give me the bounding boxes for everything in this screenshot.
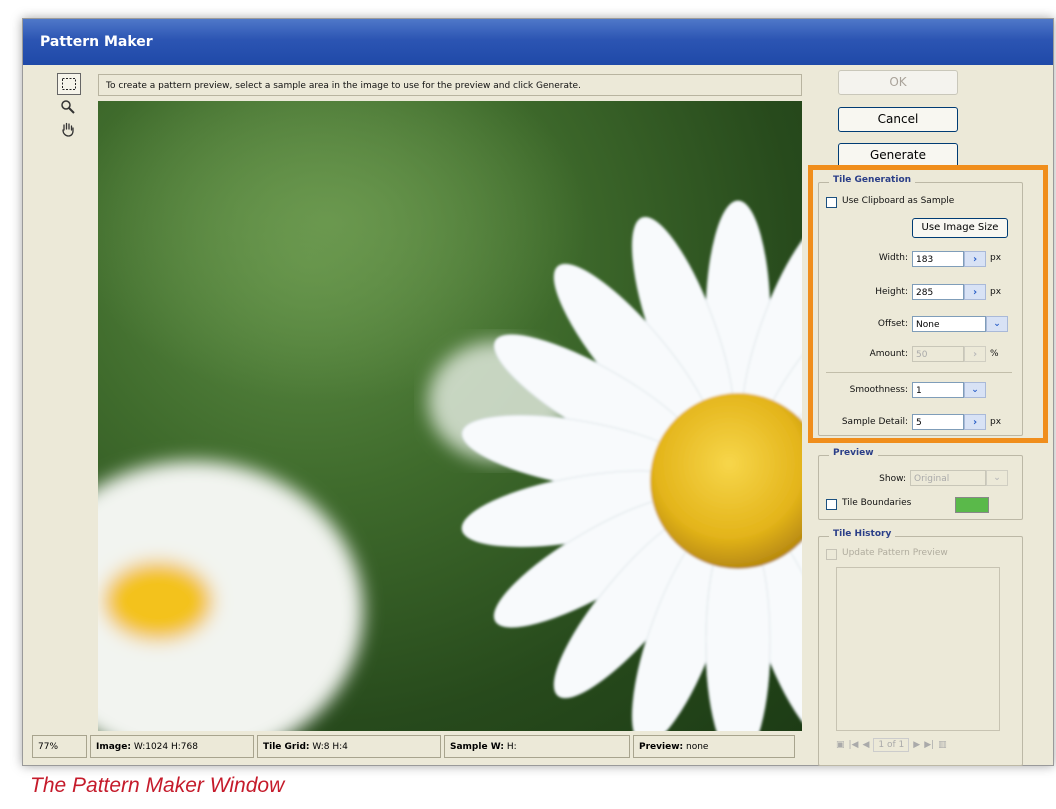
marquee-icon (62, 78, 76, 90)
cancel-button[interactable]: Cancel (838, 107, 958, 132)
show-select[interactable]: Original (910, 470, 986, 486)
use-clipboard-checkbox[interactable] (826, 197, 837, 208)
last-icon[interactable]: ▶| (924, 740, 934, 750)
smoothness-label: Smoothness: (849, 385, 908, 395)
preview-legend: Preview (829, 448, 878, 458)
next-icon[interactable]: ▶ (913, 740, 920, 750)
update-pattern-preview-label: Update Pattern Preview (842, 548, 948, 558)
width-field[interactable]: 183 (912, 251, 964, 267)
tile-history-legend: Tile History (829, 529, 896, 539)
sample-detail-label: Sample Detail: (841, 417, 908, 427)
hand-tool[interactable] (57, 119, 79, 139)
amount-arrow-button[interactable]: › (964, 346, 986, 362)
divider (826, 372, 1012, 373)
height-label: Height: (875, 287, 908, 297)
hand-icon (62, 122, 74, 137)
status-image-size: Image: W:1024 H:768 (90, 735, 254, 758)
height-arrow-button[interactable]: › (964, 284, 986, 300)
title-bar[interactable]: Pattern Maker (23, 19, 1053, 65)
chevron-right-icon: › (972, 348, 978, 360)
amount-field[interactable]: 50 (912, 346, 964, 362)
delete-icon[interactable]: ▥ (938, 740, 947, 750)
sample-detail-arrow-button[interactable]: › (964, 414, 986, 430)
tile-boundaries-label: Tile Boundaries (842, 498, 912, 508)
tile-history-nav: ▣ |◀ ◀ 1 of 1 ▶ ▶| ▥ (836, 738, 947, 752)
first-icon[interactable]: |◀ (849, 740, 859, 750)
preview-group: Preview (818, 448, 1023, 520)
chevron-down-icon: ⌄ (993, 319, 1001, 329)
daisy-photo (98, 101, 802, 731)
status-sample: Sample W: H: (444, 735, 630, 758)
save-icon[interactable]: ▣ (836, 740, 845, 750)
offset-select[interactable]: None (912, 316, 986, 332)
sample-detail-unit: px (990, 417, 1002, 427)
chevron-down-icon: ⌄ (993, 473, 1001, 483)
status-bar: 77% Image: W:1024 H:768 Tile Grid: W:8 H… (32, 735, 802, 760)
tile-history-thumbnail (836, 567, 1000, 731)
amount-unit: % (990, 349, 999, 359)
show-label: Show: (879, 474, 906, 484)
chevron-down-icon: ⌄ (971, 385, 979, 395)
chevron-right-icon: › (972, 286, 978, 298)
image-preview-area[interactable] (98, 101, 802, 731)
offset-dropdown-button[interactable]: ⌄ (986, 316, 1008, 332)
window-title: Pattern Maker (40, 34, 153, 50)
width-unit: px (990, 253, 1002, 263)
generate-button[interactable]: Generate (838, 143, 958, 168)
offset-label: Offset: (877, 319, 908, 329)
smoothness-dropdown-button[interactable]: ⌄ (964, 382, 986, 398)
width-arrow-button[interactable]: › (964, 251, 986, 267)
show-dropdown-button[interactable]: ⌄ (986, 470, 1008, 486)
use-image-size-button[interactable]: Use Image Size (912, 218, 1008, 238)
tile-boundaries-checkbox[interactable] (826, 499, 837, 510)
use-clipboard-label: Use Clipboard as Sample (842, 196, 955, 206)
rectangular-marquee-tool[interactable] (57, 73, 81, 95)
magnifier-icon (61, 100, 75, 114)
update-pattern-preview-checkbox[interactable] (826, 549, 837, 560)
status-preview: Preview: none (633, 735, 795, 758)
tile-history-counter: 1 of 1 (873, 738, 910, 752)
tile-generation-legend: Tile Generation (829, 175, 916, 185)
width-label: Width: (878, 253, 908, 263)
chevron-right-icon: › (972, 253, 978, 265)
instruction-text: To create a pattern preview, select a sa… (98, 74, 802, 96)
zoom-tool[interactable] (57, 97, 79, 117)
previous-icon[interactable]: ◀ (862, 740, 869, 750)
figure-caption: The Pattern Maker Window (30, 774, 285, 797)
smoothness-select[interactable]: 1 (912, 382, 964, 398)
amount-label: Amount: (869, 349, 908, 359)
tile-boundaries-color-swatch[interactable] (955, 497, 989, 513)
height-field[interactable]: 285 (912, 284, 964, 300)
sample-detail-field[interactable]: 5 (912, 414, 964, 430)
zoom-level: 77% (32, 735, 87, 758)
ok-button[interactable]: OK (838, 70, 958, 95)
height-unit: px (990, 287, 1002, 297)
status-tile-grid: Tile Grid: W:8 H:4 (257, 735, 441, 758)
toolbox (57, 73, 83, 141)
chevron-right-icon: › (972, 416, 978, 428)
